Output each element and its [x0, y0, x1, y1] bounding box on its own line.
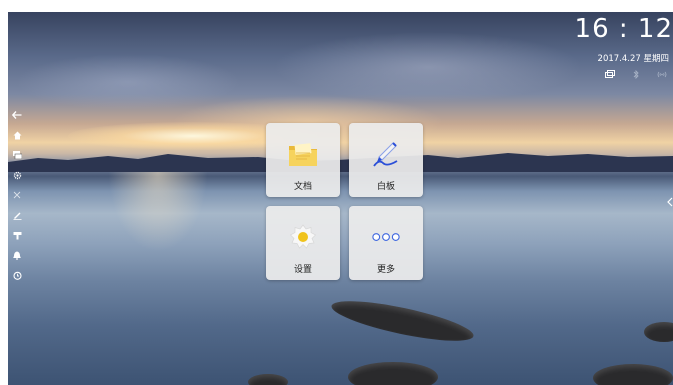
settings-gear-icon[interactable]: [10, 168, 24, 182]
tile-label: 白板: [376, 182, 395, 192]
tile-settings[interactable]: 设置: [266, 206, 340, 280]
rock: [593, 364, 673, 385]
status-icons: [605, 69, 667, 82]
tile-whiteboard[interactable]: 白板: [349, 123, 423, 197]
chevron-left-icon[interactable]: [667, 197, 673, 210]
rock: [348, 362, 438, 385]
rock: [248, 374, 288, 385]
bluetooth-icon[interactable]: [633, 69, 639, 82]
brush-icon[interactable]: [10, 228, 24, 242]
close-x-icon[interactable]: [10, 188, 24, 202]
back-icon[interactable]: [10, 108, 24, 122]
date-text: 2017.4.27 星期四: [597, 54, 669, 64]
home-icon[interactable]: [10, 128, 24, 142]
gear-icon: [288, 222, 318, 252]
tile-label: 设置: [293, 265, 312, 275]
mountain-silhouette: [8, 153, 673, 172]
rock: [644, 322, 673, 342]
windows-icon[interactable]: [10, 148, 24, 162]
folder-icon: [288, 139, 318, 169]
tile-documents[interactable]: 文档: [266, 123, 340, 197]
bell-icon[interactable]: [10, 248, 24, 262]
clock-time: 16 : 12: [574, 14, 673, 44]
desktop-wallpaper: 16 : 12 2017.4.27 星期四 文档 白板 设置 更多: [8, 12, 673, 385]
more-dots-icon: [371, 222, 401, 252]
rock: [328, 293, 477, 349]
sun-reflection: [108, 172, 208, 252]
pen-draw-icon: [371, 139, 401, 169]
timer-icon[interactable]: [10, 268, 24, 282]
left-toolbar: [8, 108, 26, 282]
tile-label: 更多: [376, 265, 395, 275]
tile-more[interactable]: 更多: [349, 206, 423, 280]
screen-mirror-icon[interactable]: [605, 70, 615, 82]
pen-icon[interactable]: [10, 208, 24, 222]
tile-label: 文档: [293, 182, 312, 192]
wifi-icon[interactable]: [657, 70, 667, 82]
